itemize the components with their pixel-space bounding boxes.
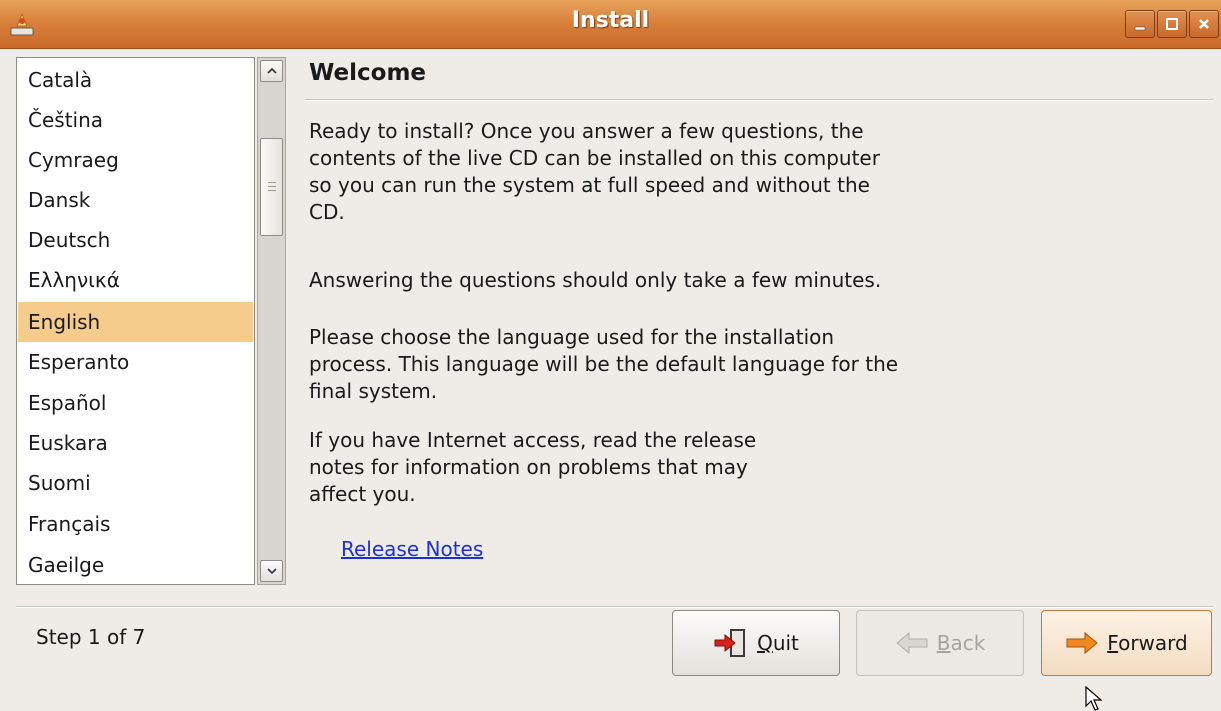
- language-list-scrollbar[interactable]: [257, 57, 286, 585]
- arrow-right-icon: [1066, 631, 1099, 655]
- arrow-left-icon: [895, 631, 928, 655]
- language-item[interactable]: Español: [18, 383, 253, 423]
- back-button[interactable]: Back: [856, 610, 1024, 676]
- minimize-button[interactable]: [1125, 10, 1155, 38]
- quit-button[interactable]: Quit: [672, 610, 840, 676]
- language-item-selected[interactable]: English: [18, 302, 253, 342]
- back-button-label: Back: [936, 631, 986, 655]
- language-item[interactable]: Esperanto: [18, 342, 253, 382]
- exit-door-icon: [714, 629, 746, 657]
- duration-paragraph: Answering the questions should only take…: [309, 268, 882, 292]
- intro-paragraph: Ready to install? Once you answer a few …: [309, 119, 880, 224]
- scroll-thumb[interactable]: [260, 138, 283, 236]
- maximize-button[interactable]: [1157, 10, 1187, 38]
- step-indicator: Step 1 of 7: [36, 625, 146, 649]
- release-notes-paragraph: If you have Internet access, read the re…: [309, 428, 757, 506]
- maximize-icon: [1166, 18, 1178, 30]
- grip-icon: [268, 182, 276, 183]
- quit-button-label: Quit: [757, 631, 799, 655]
- close-button[interactable]: [1189, 10, 1219, 38]
- window-title: Install: [571, 8, 650, 33]
- minimize-icon: [1134, 26, 1146, 31]
- language-item[interactable]: Dansk: [18, 180, 253, 220]
- scroll-down-button[interactable]: [260, 560, 283, 582]
- language-item[interactable]: Ελληνικά: [18, 260, 253, 300]
- language-item[interactable]: Čeština: [18, 100, 253, 140]
- language-item[interactable]: Gaeilge: [18, 545, 253, 584]
- language-item[interactable]: Suomi: [18, 463, 253, 503]
- chevron-down-icon: [267, 568, 277, 575]
- close-icon: [1199, 19, 1209, 29]
- language-item[interactable]: Català: [18, 60, 253, 100]
- heading-divider: [305, 99, 1213, 101]
- scroll-up-button[interactable]: [260, 60, 283, 82]
- language-item[interactable]: Deutsch: [18, 220, 253, 260]
- mouse-pointer-icon: [1085, 686, 1103, 711]
- release-notes-link[interactable]: Release Notes: [341, 537, 483, 561]
- language-item[interactable]: Cymraeg: [18, 140, 253, 180]
- footer-divider: [16, 606, 1213, 608]
- forward-button[interactable]: Forward: [1041, 610, 1212, 676]
- forward-button-label: Forward: [1107, 631, 1188, 655]
- language-item[interactable]: Euskara: [18, 423, 253, 463]
- chevron-up-icon: [267, 67, 277, 74]
- window-titlebar[interactable]: Install: [0, 0, 1221, 49]
- page-title: Welcome: [309, 60, 427, 86]
- language-instruction-paragraph: Please choose the language used for the …: [309, 325, 899, 403]
- language-item[interactable]: Français: [18, 504, 253, 544]
- language-list[interactable]: Català Čeština Cymraeg Dansk Deutsch Ελλ…: [16, 57, 255, 585]
